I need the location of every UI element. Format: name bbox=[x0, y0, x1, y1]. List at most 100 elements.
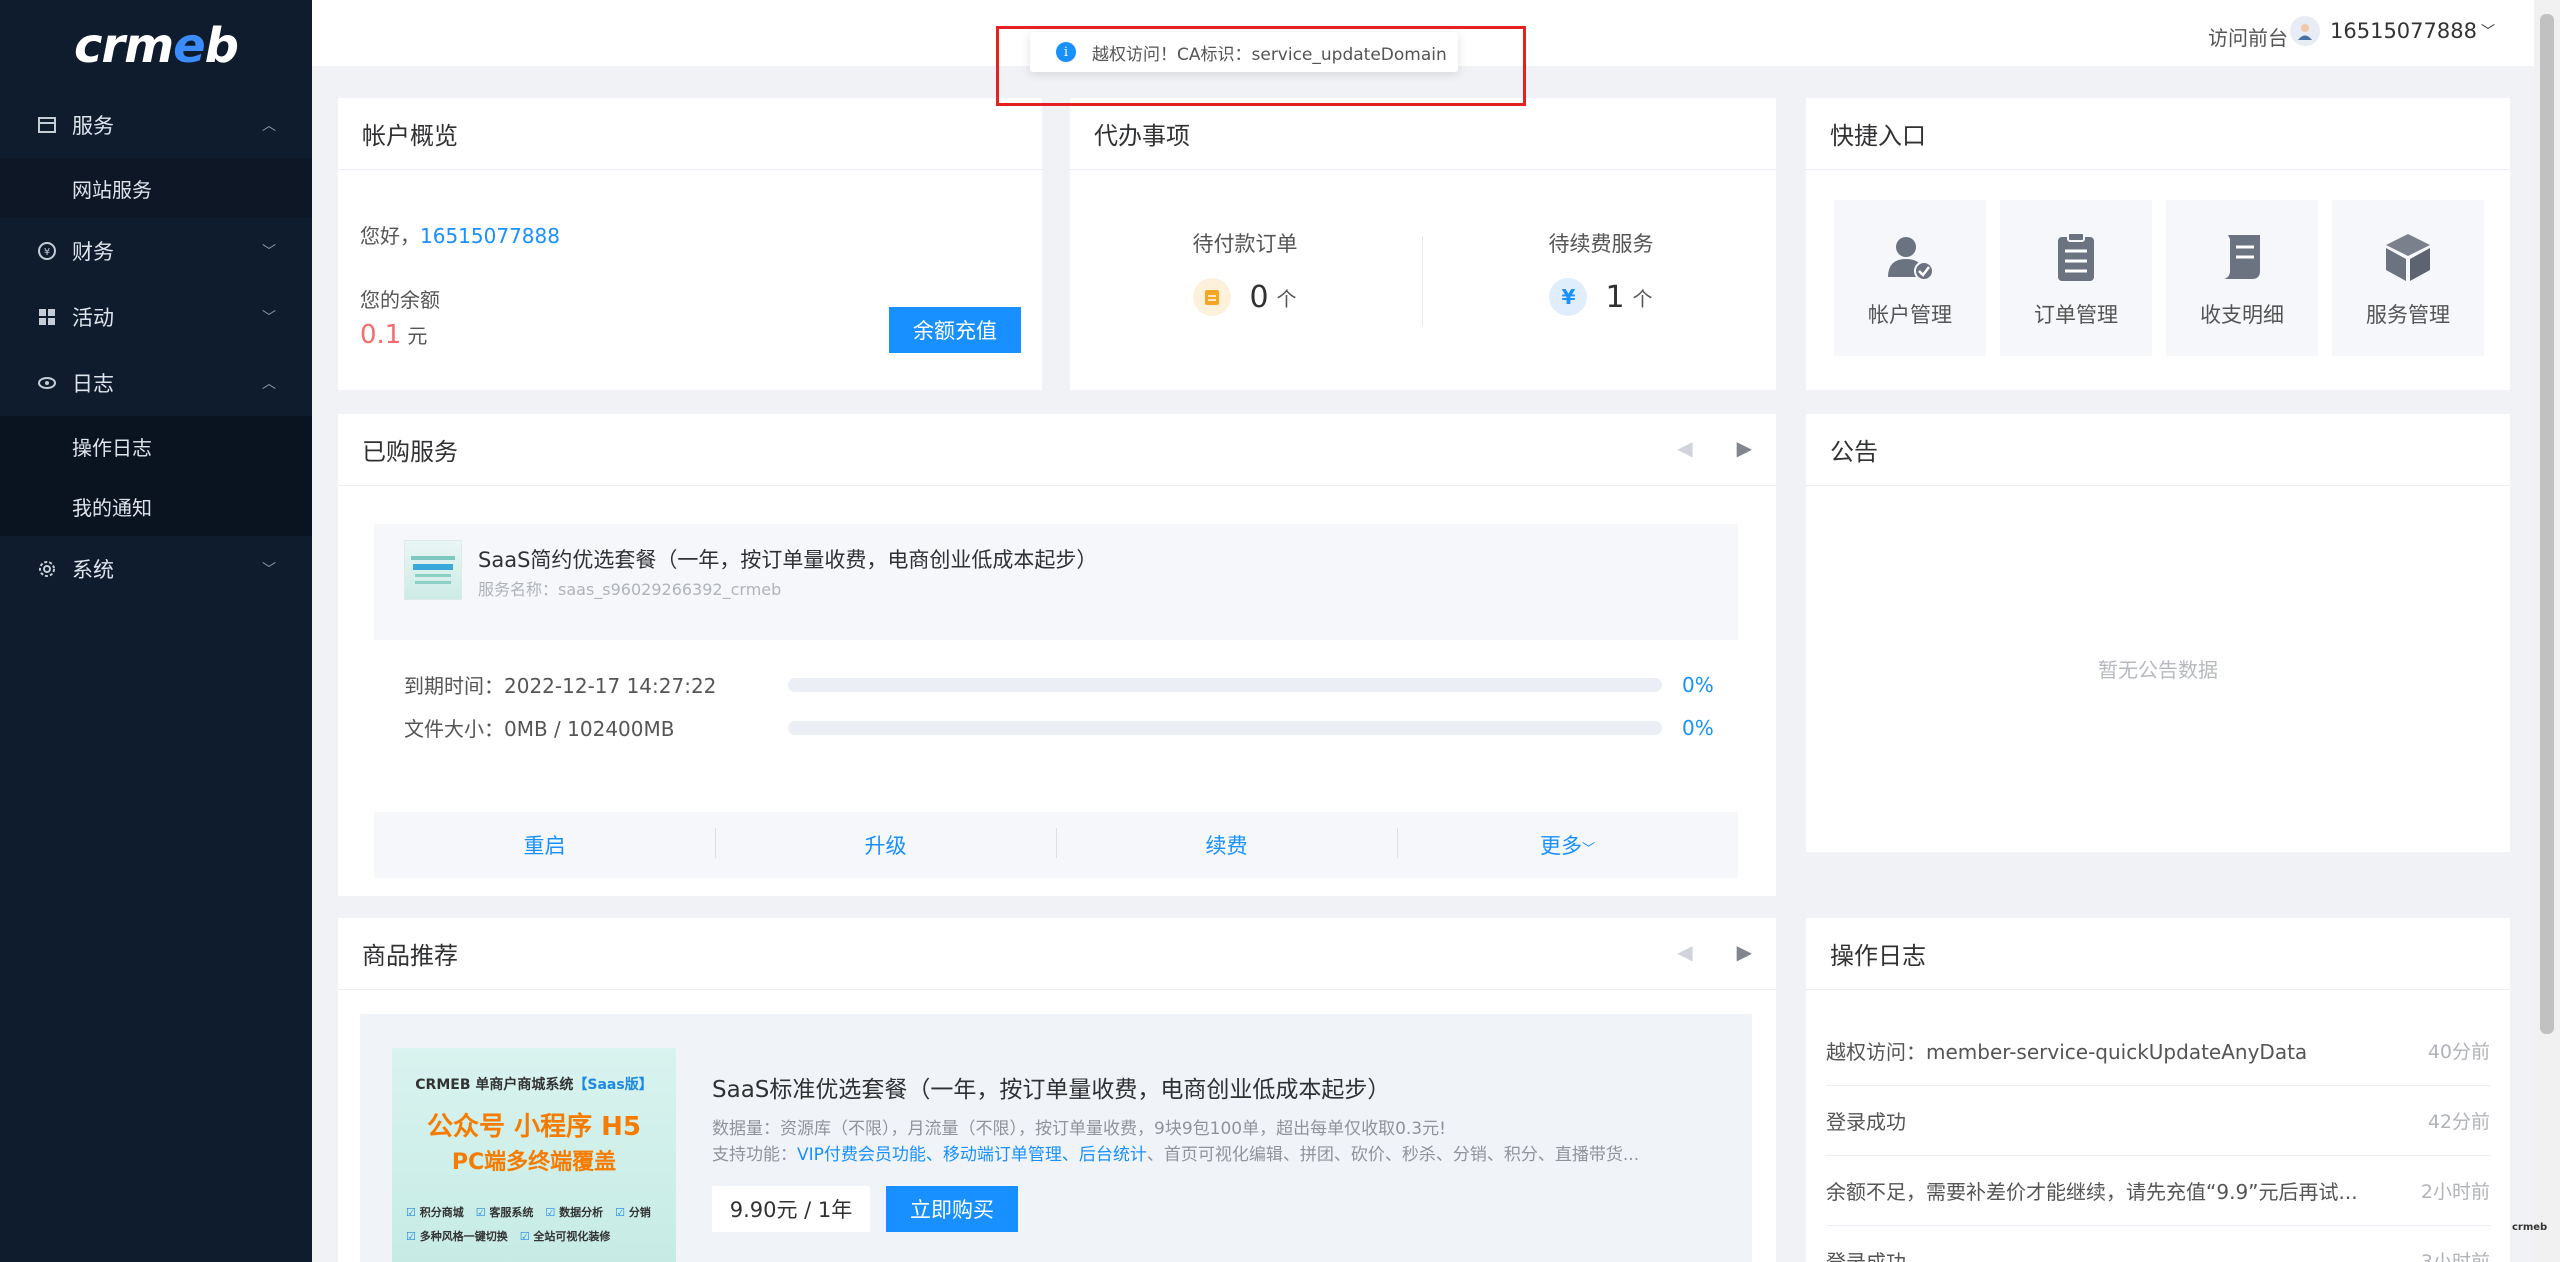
chevron-down-icon: ﹀ bbox=[262, 310, 276, 326]
menu-item-activity[interactable]: 活动 ﹀ bbox=[0, 284, 312, 350]
banner-feature: 分销 bbox=[615, 1204, 651, 1220]
recharge-button[interactable]: 余额充值 bbox=[889, 307, 1021, 353]
more-button[interactable]: 更多﹀ bbox=[1397, 828, 1738, 860]
user-check-icon bbox=[1880, 227, 1940, 287]
log-text: 余额不足，需要补差价才能继续，请先充值“9.9”元后再试... bbox=[1826, 1180, 2358, 1204]
quick-order-management[interactable]: 订单管理 bbox=[2000, 200, 2152, 356]
log-row: 登录成功 3小时前 bbox=[1826, 1226, 2490, 1262]
menu-label: 系统 bbox=[72, 558, 114, 582]
clipboard-icon bbox=[1193, 278, 1232, 316]
menu-label: 活动 bbox=[72, 306, 114, 330]
greeting: 您好，16515077888 bbox=[360, 220, 560, 249]
banner-feature: 积分商城 bbox=[406, 1204, 464, 1220]
service-name: SaaS简约优选套餐（一年，按订单量收费，电商创业低成本起步） bbox=[478, 548, 1098, 572]
sub-item-website-service[interactable]: 网站服务 bbox=[0, 158, 312, 218]
banner-top: CRMEB 单商户商城系统【Saas版】 bbox=[392, 1074, 676, 1094]
menu-label: 服务 bbox=[72, 114, 114, 138]
quick-income-expense[interactable]: 收支明细 bbox=[2166, 200, 2318, 356]
todo-count: 1 bbox=[1605, 279, 1625, 315]
sidebar: crmeb 服务 ︿ 网站服务 ¥ 财务 ﹀ 活动 ﹀ 日志 ︿ 操作日志 我的… bbox=[0, 0, 312, 1262]
upgrade-button[interactable]: 升级 bbox=[715, 828, 1056, 860]
product-item[interactable]: CRMEB 单商户商城系统【Saas版】 公众号 小程序 H5 PC端多终端覆盖… bbox=[360, 1014, 1752, 1262]
log-time: 40分前 bbox=[2427, 1041, 2490, 1063]
todo-pending-renewal[interactable]: 待续费服务 ¥ 1 个 bbox=[1426, 228, 1776, 316]
card-title: 快捷入口 bbox=[1806, 98, 2510, 170]
banner-feature: 客服系统 bbox=[476, 1204, 533, 1220]
card-title: 代办事项 bbox=[1070, 98, 1776, 170]
service-id: 服务名称：saas_s96029266392_crmeb bbox=[478, 580, 782, 599]
log-row: 登录成功 42分前 bbox=[1826, 1086, 2490, 1156]
chevron-down-icon: ﹀ bbox=[2480, 24, 2495, 40]
log-row: 越权访问：member-service-quickUpdateAnyData 4… bbox=[1826, 1016, 2490, 1086]
quick-service-management[interactable]: 服务管理 bbox=[2332, 200, 2484, 356]
eye-icon bbox=[36, 372, 58, 394]
svg-text:¥: ¥ bbox=[44, 247, 50, 258]
quick-label: 收支明细 bbox=[2200, 303, 2284, 327]
chevron-up-icon: ︿ bbox=[262, 376, 276, 392]
banner-subheadline: PC端多终端覆盖 bbox=[451, 1150, 617, 1175]
menu-item-system[interactable]: 系统 ﹀ bbox=[0, 536, 312, 602]
product-name: SaaS标准优选套餐（一年，按订单量收费，电商创业低成本起步） bbox=[712, 1077, 1391, 1103]
greeting-text: 您好， bbox=[360, 224, 420, 248]
menu-item-finance[interactable]: ¥ 财务 ﹀ bbox=[0, 218, 312, 284]
banner-features: 积分商城 客服系统 数据分析 分销 多种风格一键切换 全站可视化装修 bbox=[406, 1204, 666, 1244]
buy-now-button[interactable]: 立即购买 bbox=[886, 1186, 1018, 1232]
highlight-box bbox=[996, 26, 1526, 106]
balance-value: 0.1 元 bbox=[360, 320, 427, 350]
crmeb-logo[interactable]: crmeb bbox=[0, 0, 312, 92]
gear-icon bbox=[36, 558, 58, 580]
purchased-services-card: 已购服务 ◀ ▶ SaaS简约优选套餐（一年，按订单量收费，电商创业低成本起步）… bbox=[338, 414, 1776, 896]
service-actions: 重启 升级 续费 更多﹀ bbox=[374, 812, 1738, 878]
prev-arrow-icon[interactable]: ◀ bbox=[1677, 940, 1692, 964]
quick-account-management[interactable]: 帐户管理 bbox=[1834, 200, 1986, 356]
scrollbar-thumb[interactable] bbox=[2540, 14, 2554, 1034]
todo-card: 代办事项 待付款订单 0 个 待续费服务 ¥ 1 个 bbox=[1070, 98, 1776, 390]
prev-arrow-icon[interactable]: ◀ bbox=[1677, 436, 1692, 460]
next-arrow-icon[interactable]: ▶ bbox=[1737, 436, 1752, 460]
product-price: 9.90元 / 1年 bbox=[712, 1186, 870, 1232]
balance-amount: 0.1 bbox=[360, 320, 402, 350]
card-title-text: 已购服务 bbox=[362, 438, 458, 466]
chevron-up-icon: ︿ bbox=[262, 118, 276, 134]
notice-card: 公告 暂无公告数据 bbox=[1806, 414, 2510, 852]
grid-icon bbox=[36, 306, 58, 328]
banner-tag: 【Saas版】 bbox=[573, 1077, 653, 1093]
menu-item-service[interactable]: 服务 ︿ bbox=[0, 92, 312, 158]
todo-label: 待续费服务 bbox=[1548, 232, 1654, 256]
next-arrow-icon[interactable]: ▶ bbox=[1737, 940, 1752, 964]
user-menu[interactable]: 16515077888 ﹀ bbox=[2290, 16, 2495, 46]
card-title: 已购服务 ◀ ▶ bbox=[338, 414, 1776, 486]
quick-label: 订单管理 bbox=[2034, 303, 2118, 327]
account-overview-card: 帐户概览 您好，16515077888 您的余额 0.1 元 余额充值 bbox=[338, 98, 1042, 390]
username: 16515077888 bbox=[2330, 19, 2477, 43]
quick-entry-card: 快捷入口 帐户管理 订单管理 收支明细 服务管理 bbox=[1806, 98, 2510, 390]
banner-headline: 公众号 小程序 H5 bbox=[427, 1112, 641, 1142]
avatar bbox=[2290, 16, 2320, 46]
log-text: 登录成功 bbox=[1826, 1110, 1906, 1134]
service-item[interactable]: SaaS简约优选套餐（一年，按订单量收费，电商创业低成本起步） 服务名称：saa… bbox=[374, 524, 1738, 640]
restart-button[interactable]: 重启 bbox=[374, 830, 715, 860]
renew-button[interactable]: 续费 bbox=[1056, 828, 1397, 860]
quick-label: 帐户管理 bbox=[1868, 303, 1952, 327]
todo-pending-orders[interactable]: 待付款订单 0 个 bbox=[1070, 228, 1420, 316]
expire-percent: 0% bbox=[1682, 672, 1714, 697]
feature-link[interactable]: 移动端订单管理、 bbox=[943, 1145, 1079, 1165]
visit-front-link[interactable]: 访问前台 bbox=[2208, 22, 2288, 51]
log-text: 登录成功 bbox=[1826, 1250, 1906, 1262]
size-label: 文件大小：0MB / 102400MB bbox=[404, 717, 675, 741]
todo-count: 0 bbox=[1249, 279, 1269, 315]
banner-feature: 多种风格一键切换 bbox=[406, 1228, 508, 1244]
feature-link[interactable]: 后台统计 bbox=[1079, 1145, 1147, 1165]
feature-link[interactable]: VIP付费会员功能、 bbox=[797, 1145, 943, 1165]
todo-label: 待付款订单 bbox=[1192, 232, 1298, 256]
card-title: 公告 bbox=[1806, 414, 2510, 486]
product-recommend-card: 商品推荐 ◀ ▶ CRMEB 单商户商城系统【Saas版】 公众号 小程序 H5… bbox=[338, 918, 1776, 1262]
balance-label: 您的余额 bbox=[360, 288, 440, 312]
page-scrollbar[interactable] bbox=[2534, 0, 2560, 1262]
banner-feature: 数据分析 bbox=[545, 1204, 603, 1220]
menu-item-log[interactable]: 日志 ︿ bbox=[0, 350, 312, 416]
banner-top-text: CRMEB 单商户商城系统 bbox=[415, 1077, 574, 1093]
sub-item-operation-log[interactable]: 操作日志 bbox=[0, 416, 312, 476]
sub-item-my-notifications[interactable]: 我的通知 bbox=[0, 476, 312, 536]
product-banner-image: CRMEB 单商户商城系统【Saas版】 公众号 小程序 H5 PC端多终端覆盖… bbox=[392, 1048, 676, 1262]
